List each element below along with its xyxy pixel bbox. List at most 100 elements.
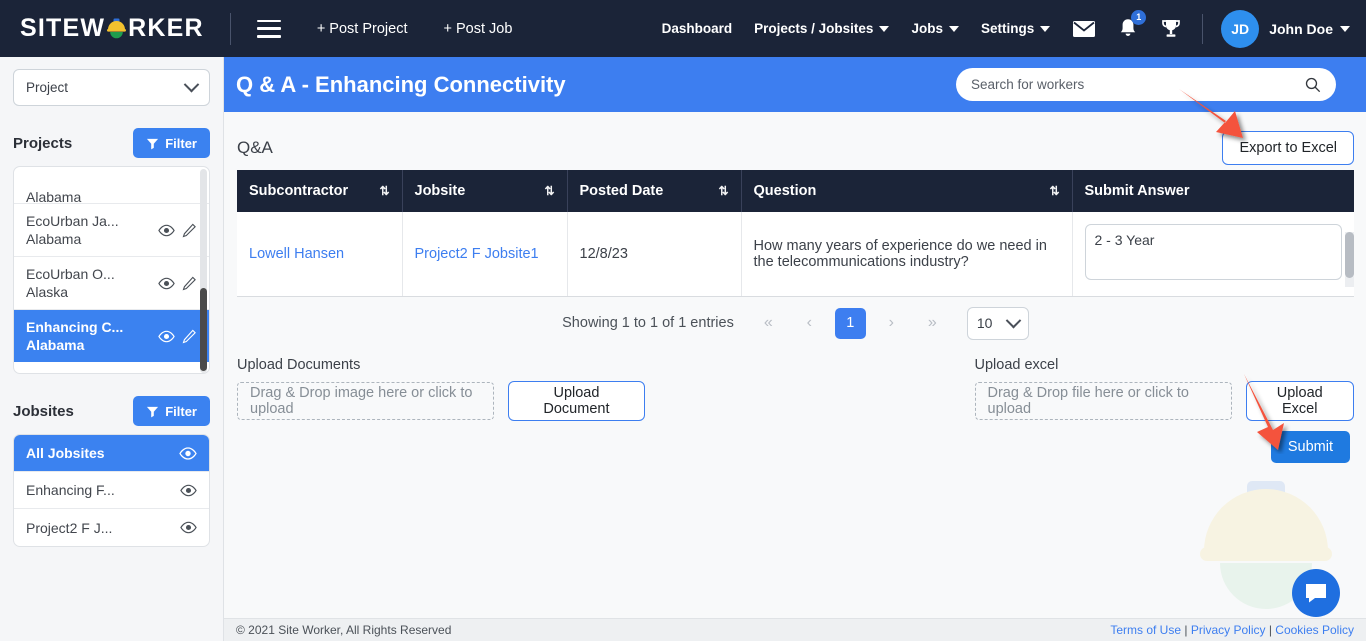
nav-item-dashboard-label: Dashboard bbox=[661, 21, 733, 36]
notification-badge: 1 bbox=[1131, 9, 1147, 25]
nav-item-settings-label: Settings bbox=[980, 21, 1035, 36]
hamburger-menu-icon[interactable] bbox=[256, 19, 281, 38]
table-scrollbar-thumb[interactable] bbox=[1345, 232, 1354, 278]
submit-button[interactable]: Submit bbox=[1270, 431, 1350, 463]
footer: © 2021 Site Worker, All Rights Reserved … bbox=[224, 618, 1366, 641]
project-row-actions bbox=[158, 329, 197, 344]
column-jobsite[interactable]: Jobsite ⇅ bbox=[402, 170, 568, 212]
nav-item-dashboard[interactable]: Dashboard bbox=[662, 21, 733, 36]
projects-scrollbar-thumb[interactable] bbox=[200, 288, 207, 371]
avatar[interactable]: JD bbox=[1221, 9, 1260, 48]
jobsite-item[interactable]: Enhancing F... bbox=[14, 472, 209, 509]
upload-excel-label: Upload excel bbox=[974, 357, 1059, 373]
upload-documents-block: Upload Documents Drag & Drop image here … bbox=[237, 357, 645, 421]
jobsites-filter-button[interactable]: Filter bbox=[133, 396, 210, 426]
eye-icon[interactable] bbox=[158, 330, 175, 343]
pencil-icon[interactable] bbox=[182, 223, 197, 238]
eye-icon[interactable] bbox=[180, 521, 197, 534]
footer-link-privacy[interactable]: Privacy Policy bbox=[1191, 623, 1266, 637]
nav-item-settings[interactable]: Settings bbox=[980, 21, 1051, 36]
qa-table-card: Subcontractor ⇅ Jobsite ⇅ Posted Date ⇅ … bbox=[237, 170, 1354, 297]
chevron-down-icon bbox=[1340, 25, 1350, 32]
eye-icon[interactable] bbox=[179, 446, 197, 460]
column-question[interactable]: Question ⇅ bbox=[741, 170, 1073, 212]
eye-icon[interactable] bbox=[158, 224, 175, 237]
chevron-down-icon bbox=[879, 25, 890, 32]
jobsite-name: All Jobsites bbox=[26, 445, 105, 461]
pagination-last-button[interactable]: » bbox=[919, 310, 946, 337]
logo-wordmark: SITEW RKER bbox=[20, 14, 204, 43]
pagination-first-button[interactable]: « bbox=[755, 310, 782, 337]
footer-link-terms[interactable]: Terms of Use bbox=[1110, 623, 1181, 637]
project-list-item[interactable]: Alabama bbox=[14, 167, 209, 204]
table-head: Subcontractor ⇅ Jobsite ⇅ Posted Date ⇅ … bbox=[237, 170, 1354, 212]
table-body: Lowell Hansen Project2 F Jobsite1 12/8/2… bbox=[237, 212, 1354, 297]
chevron-down-icon bbox=[183, 76, 200, 93]
project-list-item[interactable]: EcoUrban Ja... Alabama bbox=[14, 204, 209, 257]
project-type-select[interactable]: Project bbox=[13, 69, 210, 106]
nav-item-projects-jobsites[interactable]: Projects / Jobsites bbox=[754, 21, 890, 36]
projects-filter-button[interactable]: Filter bbox=[133, 128, 210, 158]
main-content: Q & A - Enhancing Connectivity Q&A Expor… bbox=[224, 57, 1366, 641]
jobsite-item-all[interactable]: All Jobsites bbox=[14, 435, 209, 472]
cell-posted-date: 12/8/23 bbox=[567, 212, 742, 297]
project-list-item-selected[interactable]: Enhancing C... Alabama bbox=[14, 310, 209, 362]
column-jobsite-label: Jobsite bbox=[414, 183, 466, 199]
search-input[interactable] bbox=[971, 77, 1305, 92]
cell-jobsite[interactable]: Project2 F Jobsite1 bbox=[402, 212, 568, 297]
search-bar[interactable] bbox=[956, 68, 1336, 101]
navbar-divider bbox=[1202, 13, 1204, 44]
nav-item-jobs[interactable]: Jobs bbox=[911, 21, 959, 36]
upload-excel-button[interactable]: Upload Excel bbox=[1245, 381, 1354, 421]
project-name: Enhancing C... bbox=[26, 319, 124, 335]
pagination-page-1[interactable]: 1 bbox=[834, 307, 866, 339]
column-submit-answer: Submit Answer bbox=[1072, 170, 1354, 212]
export-to-excel-button[interactable]: Export to Excel bbox=[1222, 131, 1354, 165]
sort-icon[interactable]: ⇅ bbox=[544, 184, 554, 198]
logo-text-left: SITEW bbox=[20, 14, 106, 42]
documents-dropzone[interactable]: Drag & Drop image here or click to uploa… bbox=[237, 382, 495, 420]
jobsite-name: Project2 F J... bbox=[26, 519, 113, 536]
sort-icon[interactable]: ⇅ bbox=[1049, 184, 1059, 198]
column-posted-date[interactable]: Posted Date ⇅ bbox=[567, 170, 742, 212]
column-subcontractor-label: Subcontractor bbox=[249, 183, 349, 199]
chat-bubble-icon[interactable] bbox=[1292, 569, 1340, 617]
envelope-icon[interactable] bbox=[1072, 20, 1096, 38]
user-menu[interactable]: John Doe bbox=[1269, 21, 1350, 37]
pagination-next-button[interactable]: › bbox=[878, 310, 905, 337]
sidebar: Project Projects Filter Alabama EcoUrban… bbox=[0, 57, 224, 641]
upload-document-button[interactable]: Upload Document bbox=[508, 381, 645, 421]
sort-icon[interactable]: ⇅ bbox=[718, 184, 728, 198]
search-icon[interactable] bbox=[1305, 77, 1321, 93]
excel-dropzone[interactable]: Drag & Drop file here or click to upload bbox=[974, 382, 1232, 420]
hardhat-worker-icon bbox=[106, 18, 127, 40]
column-subcontractor[interactable]: Subcontractor ⇅ bbox=[237, 170, 403, 212]
answer-textarea[interactable]: 2 - 3 Year bbox=[1084, 224, 1342, 280]
pencil-icon[interactable] bbox=[182, 276, 197, 291]
project-type-select-value: Project bbox=[26, 80, 69, 95]
pagination-prev-button[interactable]: ‹ bbox=[796, 310, 823, 337]
page-size-select[interactable]: 10 bbox=[966, 306, 1029, 340]
pencil-icon[interactable] bbox=[182, 329, 197, 344]
cell-subcontractor[interactable]: Lowell Hansen bbox=[237, 212, 403, 297]
site-logo[interactable]: SITEW RKER bbox=[20, 14, 204, 43]
top-navbar: SITEW RKER + Post Project + Post Job Das… bbox=[0, 0, 1366, 57]
post-project-link[interactable]: + Post Project bbox=[317, 21, 408, 37]
chevron-down-icon bbox=[1040, 25, 1051, 32]
trophy-icon[interactable] bbox=[1160, 18, 1182, 39]
footer-link-cookies[interactable]: Cookies Policy bbox=[1275, 623, 1354, 637]
page-header: Q & A - Enhancing Connectivity bbox=[224, 57, 1366, 112]
navbar-right: Dashboard Projects / Jobsites Jobs Setti… bbox=[640, 9, 1350, 48]
project-location: Alabama bbox=[26, 231, 82, 247]
column-posted-date-label: Posted Date bbox=[579, 183, 664, 199]
jobsites-title: Jobsites bbox=[13, 402, 74, 420]
post-job-link[interactable]: + Post Job bbox=[443, 21, 512, 37]
eye-icon[interactable] bbox=[158, 277, 175, 290]
project-list-item[interactable]: EcoUrban O... Alaska bbox=[14, 257, 209, 310]
jobsite-item[interactable]: Project2 F J... bbox=[14, 509, 209, 546]
project-location: Alabama bbox=[26, 337, 85, 353]
eye-icon[interactable] bbox=[180, 484, 197, 497]
page-size-value: 10 bbox=[976, 315, 993, 331]
sort-icon[interactable]: ⇅ bbox=[379, 184, 389, 198]
bell-icon[interactable]: 1 bbox=[1118, 9, 1147, 40]
